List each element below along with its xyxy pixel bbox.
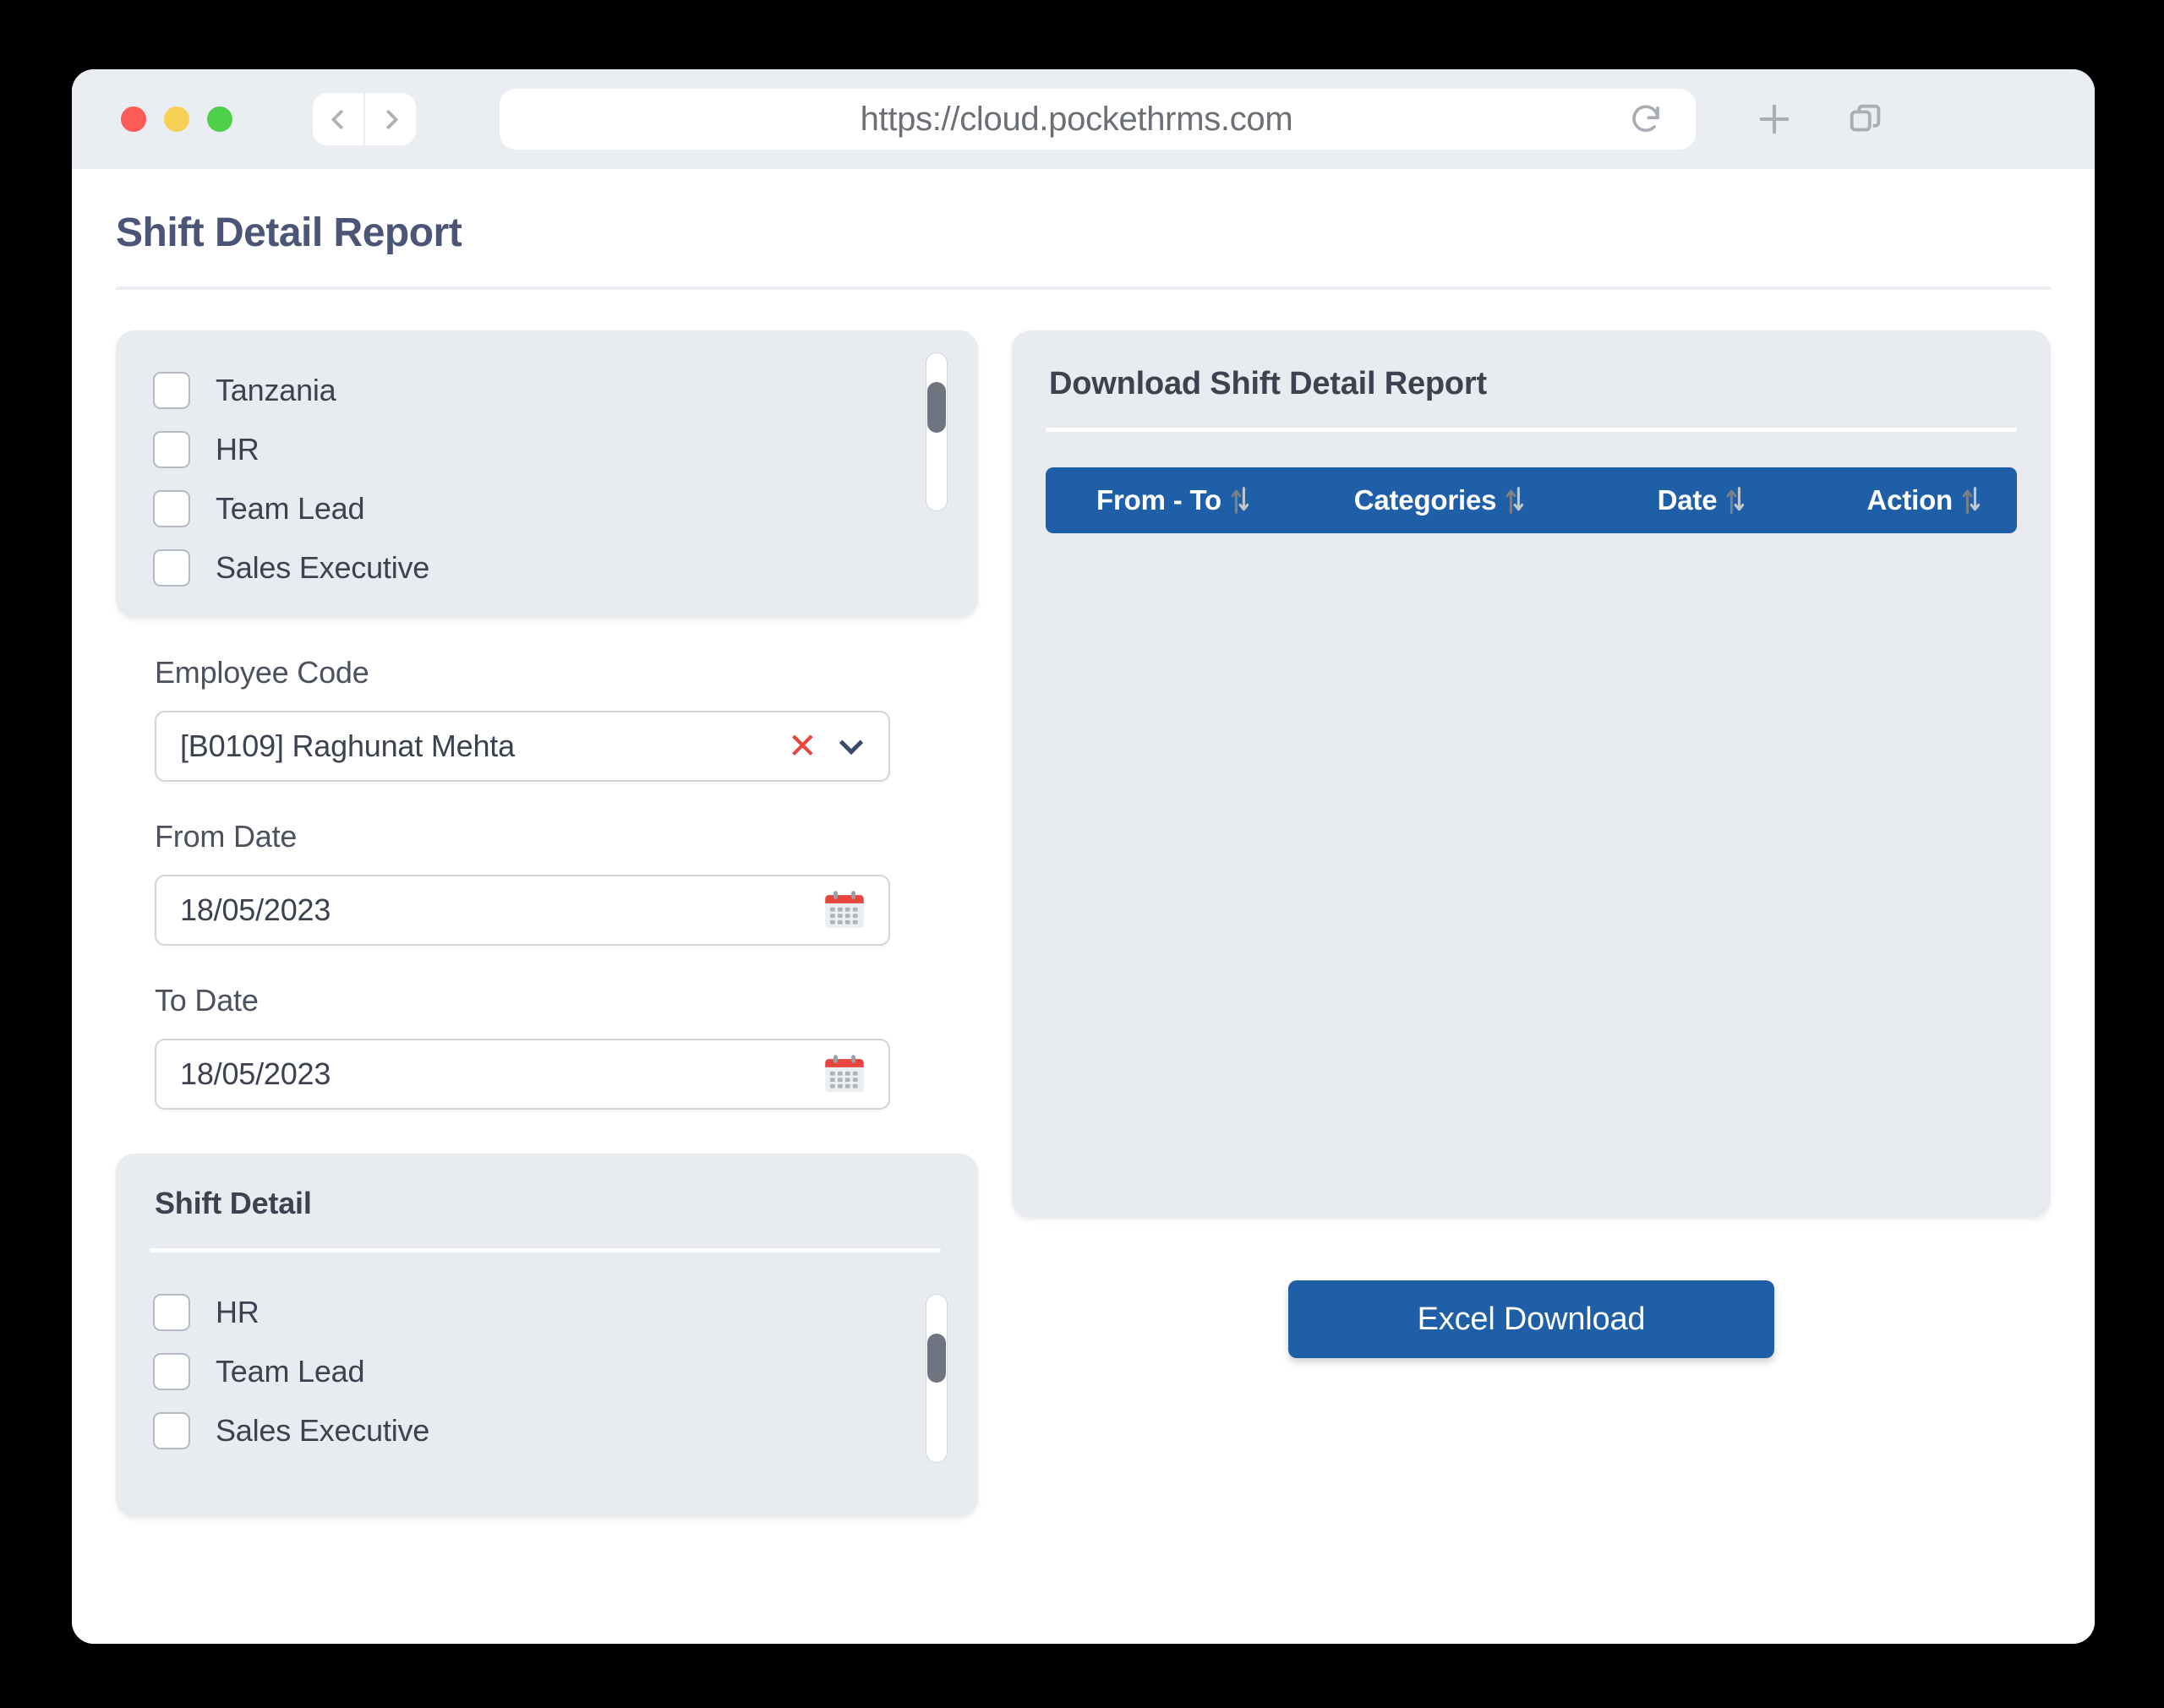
content-columns: Tanzania HR Team Lead Sales Executive Em… bbox=[72, 290, 2095, 1606]
from-date-input[interactable]: 18/05/2023 bbox=[155, 875, 890, 946]
browser-toolbar: https://cloud.pockethrms.com bbox=[72, 69, 2095, 169]
checkbox[interactable] bbox=[153, 549, 190, 587]
checkbox[interactable] bbox=[153, 431, 190, 468]
sort-icon bbox=[1231, 487, 1249, 514]
report-table-header: From - To Categories Date Action bbox=[1046, 467, 2017, 533]
plus-icon[interactable] bbox=[1755, 100, 1794, 139]
panel-divider bbox=[150, 1248, 941, 1252]
calendar-icon[interactable] bbox=[822, 1052, 866, 1096]
list-item-label: Team Lead bbox=[216, 491, 365, 526]
from-date-field: From Date 18/05/2023 bbox=[116, 819, 978, 946]
shift-detail-panel: Shift Detail HR Team Lead Sales Executiv… bbox=[116, 1154, 978, 1517]
filters-column: Tanzania HR Team Lead Sales Executive Em… bbox=[116, 330, 978, 1606]
maximize-window-button[interactable] bbox=[207, 106, 232, 132]
list-item[interactable]: Tanzania bbox=[116, 361, 978, 420]
calendar-icon[interactable] bbox=[822, 888, 866, 932]
to-date-input[interactable]: 18/05/2023 bbox=[155, 1039, 890, 1110]
from-date-value: 18/05/2023 bbox=[180, 892, 331, 927]
close-window-button[interactable] bbox=[121, 106, 146, 132]
list-item[interactable]: Sales Executive bbox=[116, 538, 978, 598]
column-label: Action bbox=[1866, 484, 1954, 516]
employee-code-field: Employee Code [B0109] Raghunat Mehta ✕ bbox=[116, 655, 978, 782]
to-date-value: 18/05/2023 bbox=[180, 1056, 331, 1091]
sort-icon bbox=[1726, 487, 1745, 514]
column-label: Categories bbox=[1353, 484, 1497, 516]
chevron-down-icon[interactable] bbox=[839, 730, 864, 756]
shift-detail-list: HR Team Lead Sales Executive bbox=[116, 1283, 978, 1460]
chevron-right-icon bbox=[377, 108, 399, 130]
browser-window: https://cloud.pockethrms.com Shift Detai… bbox=[72, 69, 2095, 1644]
from-date-label: From Date bbox=[155, 819, 298, 854]
checkbox[interactable] bbox=[153, 490, 190, 527]
category-list-panel: Tanzania HR Team Lead Sales Executive bbox=[116, 330, 978, 618]
list-item[interactable]: Sales Executive bbox=[116, 1401, 978, 1460]
page-title: Shift Detail Report bbox=[116, 210, 462, 255]
report-heading: Download Shift Detail Report bbox=[1049, 366, 1487, 401]
employee-code-label: Employee Code bbox=[155, 655, 369, 690]
tabs-icon[interactable] bbox=[1846, 100, 1885, 139]
column-header-categories[interactable]: Categories bbox=[1299, 484, 1578, 516]
list-item-label: HR bbox=[216, 1295, 260, 1329]
reload-icon[interactable] bbox=[1628, 101, 1664, 137]
traffic-lights bbox=[121, 106, 232, 132]
list-item-label: Sales Executive bbox=[216, 550, 430, 585]
download-report-panel: Download Shift Detail Report From - To C… bbox=[1012, 330, 2051, 1218]
employee-code-value: [B0109] Raghunat Mehta bbox=[180, 728, 515, 763]
shift-detail-scrollbar[interactable] bbox=[926, 1294, 948, 1463]
navigation-buttons bbox=[313, 93, 416, 145]
toolbar-actions bbox=[1755, 100, 1885, 139]
column-header-from-to[interactable]: From - To bbox=[1046, 484, 1299, 516]
report-column: Download Shift Detail Report From - To C… bbox=[978, 330, 2051, 1606]
back-button[interactable] bbox=[313, 93, 363, 145]
list-item[interactable]: Team Lead bbox=[116, 479, 978, 538]
report-divider bbox=[1046, 428, 2017, 432]
download-action-row: Excel Download bbox=[1012, 1280, 2051, 1358]
list-item-label: Sales Executive bbox=[216, 1413, 430, 1448]
to-date-field: To Date 18/05/2023 bbox=[116, 983, 978, 1110]
scrollbar-thumb[interactable] bbox=[927, 382, 946, 433]
list-item[interactable]: HR bbox=[116, 420, 978, 479]
address-bar[interactable]: https://cloud.pockethrms.com bbox=[500, 89, 1696, 150]
list-item-label: HR bbox=[216, 432, 260, 467]
sort-icon bbox=[1962, 487, 1980, 514]
shift-detail-heading: Shift Detail bbox=[155, 1186, 312, 1220]
scrollbar-thumb[interactable] bbox=[927, 1334, 946, 1383]
checkbox[interactable] bbox=[153, 1353, 190, 1390]
close-icon[interactable]: ✕ bbox=[788, 728, 817, 764]
sort-icon bbox=[1506, 487, 1524, 514]
column-header-date[interactable]: Date bbox=[1578, 484, 1823, 516]
minimize-window-button[interactable] bbox=[164, 106, 189, 132]
checkbox[interactable] bbox=[153, 1412, 190, 1449]
list-item-label: Team Lead bbox=[216, 1354, 365, 1389]
list-item[interactable]: HR bbox=[116, 1283, 978, 1342]
list-item[interactable]: Team Lead bbox=[116, 1342, 978, 1401]
chevron-left-icon bbox=[330, 108, 352, 130]
forward-button[interactable] bbox=[365, 93, 416, 145]
url-text: https://cloud.pockethrms.com bbox=[860, 100, 1293, 138]
employee-code-select[interactable]: [B0109] Raghunat Mehta ✕ bbox=[155, 711, 890, 782]
column-header-action[interactable]: Action bbox=[1823, 484, 2017, 516]
column-label: From - To bbox=[1096, 484, 1221, 516]
to-date-label: To Date bbox=[155, 983, 259, 1018]
checkbox[interactable] bbox=[153, 372, 190, 409]
list-item-label: Tanzania bbox=[216, 373, 336, 407]
category-list-scrollbar[interactable] bbox=[926, 352, 948, 511]
page-content: Shift Detail Report Tanzania HR Team Lea… bbox=[72, 169, 2095, 1644]
checkbox[interactable] bbox=[153, 1294, 190, 1331]
excel-download-button[interactable]: Excel Download bbox=[1288, 1280, 1774, 1358]
column-label: Date bbox=[1657, 484, 1718, 516]
